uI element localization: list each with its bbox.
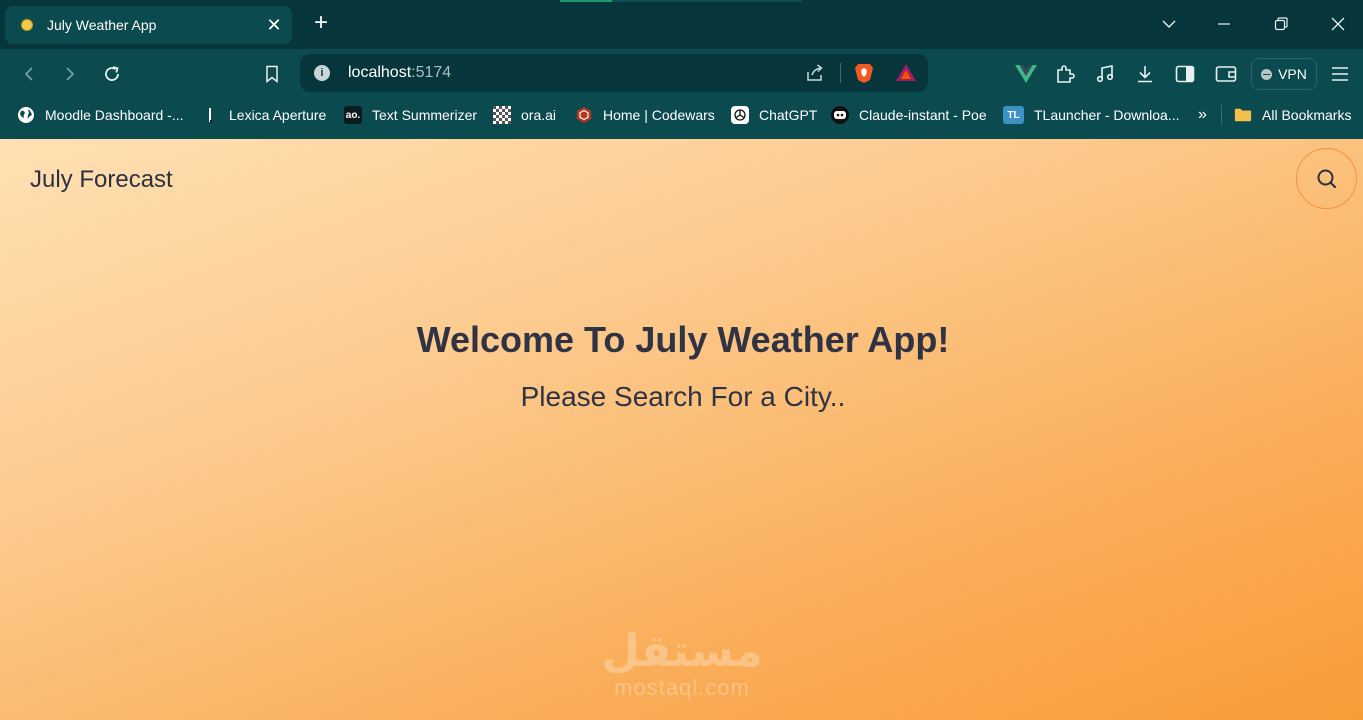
restore-button[interactable] [1269,12,1293,36]
bookmark-label: Text Summerizer [372,107,478,123]
tab-july-weather-app[interactable]: July Weather App ✕ [5,6,292,44]
vpn-label: VPN [1278,66,1307,82]
bookmark-label: ChatGPT [759,107,818,123]
tab-close-icon[interactable]: ✕ [262,16,286,34]
url-host: localhost [348,64,412,81]
bookmark-chatgpt[interactable]: ChatGPT [731,99,817,131]
extensions-button[interactable] [1053,62,1077,86]
tab-strip-accent-secondary [612,0,802,2]
close-icon [1331,17,1345,31]
sidebar-icon [1175,65,1195,83]
main-menu-button[interactable] [1328,62,1352,86]
bookmark-icon [266,65,278,83]
new-tab-button[interactable]: + [309,11,333,36]
chevron-down-icon [1162,20,1176,28]
all-bookmarks-button[interactable]: All Bookmarks [1234,99,1351,131]
media-button[interactable] [1093,62,1117,86]
wallet-button[interactable] [1214,62,1238,86]
reload-button[interactable] [99,61,125,87]
bookmark-label: TLauncher - Downloa... [1034,107,1180,123]
bookmark-text-summerizer[interactable]: ao. Text Summerizer [344,99,477,131]
bookmark-moodle-dashboard[interactable]: Moodle Dashboard -... [17,99,184,131]
all-bookmarks-label: All Bookmarks [1262,107,1352,123]
bookmark-label: Moodle Dashboard -... [45,107,184,123]
reload-icon [105,66,119,81]
vue-devtools-icon [1015,65,1037,83]
mostaql-watermark: مستقل mostaql.com [597,627,767,707]
minimize-icon [1218,23,1230,25]
bookmarks-divider [1221,105,1222,125]
bookmark-label: Claude-instant - Poe [859,107,987,123]
search-prompt-text: Please Search For a City.. [520,381,846,412]
tlauncher-icon: TL [1003,106,1024,124]
ora-icon [493,106,511,124]
bookmark-label: Home | Codewars [603,107,715,123]
tab-title: July Weather App [47,17,157,33]
page-content: July Forecast Welcome To July Weather Ap… [0,139,1363,720]
forward-icon [66,67,75,81]
codewars-icon [575,106,593,124]
lexica-icon [201,106,219,124]
address-bar[interactable]: i localhost:5174 [300,54,928,92]
bookmark-claude-instant-poe[interactable]: Claude-instant - Poe [831,99,987,131]
bookmark-page-button[interactable] [259,61,285,87]
bookmark-label: ora.ai [521,107,557,123]
url-text[interactable]: localhost:5174 [348,64,451,82]
address-bar-divider [840,63,841,83]
bookmarks-overflow-button[interactable]: » [1198,99,1207,131]
welcome-heading: Welcome To July Weather App! [416,319,950,360]
back-button[interactable] [16,61,42,87]
extensions-icon [1057,65,1075,83]
site-info-icon[interactable]: i [314,65,330,81]
globe-icon [17,106,35,124]
poe-icon [831,106,849,124]
restore-icon [1274,17,1288,31]
close-window-button[interactable] [1326,12,1350,36]
vue-devtools-button[interactable] [1014,62,1038,86]
chatgpt-icon [731,106,749,124]
wallet-icon [1215,66,1237,82]
ao-icon: ao. [344,106,362,124]
search-icon [1317,169,1336,188]
folder-icon [1234,106,1252,124]
bookmark-tlauncher[interactable]: TL TLauncher - Downloa... [1003,99,1180,131]
hamburger-menu-icon [1332,67,1348,81]
bookmark-codewars[interactable]: Home | Codewars [575,99,715,131]
bookmarks-bar: Moodle Dashboard -... Lexica Aperture ao… [0,99,1363,139]
music-note-icon [1096,65,1114,83]
bookmark-ora-ai[interactable]: ora.ai [493,99,556,131]
search-button[interactable] [1296,148,1357,209]
share-icon[interactable] [805,63,825,83]
forward-button[interactable] [57,61,83,87]
vpn-status-icon [1261,68,1273,80]
downloads-button[interactable] [1133,62,1157,86]
bookmark-label: Lexica Aperture [229,107,327,123]
url-port: :5174 [411,64,452,81]
back-icon [24,67,33,81]
download-icon [1138,66,1152,83]
tab-strip: July Weather App ✕ + [0,0,1363,49]
watermark-latin-text: mostaql.com [614,675,750,700]
vpn-button[interactable]: VPN [1251,58,1317,90]
tab-favicon-icon [21,19,33,31]
app-title: July Forecast [30,166,173,193]
tab-search-button[interactable] [1157,12,1181,36]
browser-toolbar: i localhost:5174 VPN [0,49,1363,99]
minimize-button[interactable] [1212,12,1236,36]
watermark-arabic-text: مستقل [601,627,763,676]
bookmark-lexica-aperture[interactable]: Lexica Aperture [201,99,326,131]
tab-strip-accent [560,0,612,2]
brave-rewards-icon[interactable] [895,62,917,84]
sidebar-button[interactable] [1173,62,1197,86]
brave-shields-icon[interactable] [854,62,874,84]
